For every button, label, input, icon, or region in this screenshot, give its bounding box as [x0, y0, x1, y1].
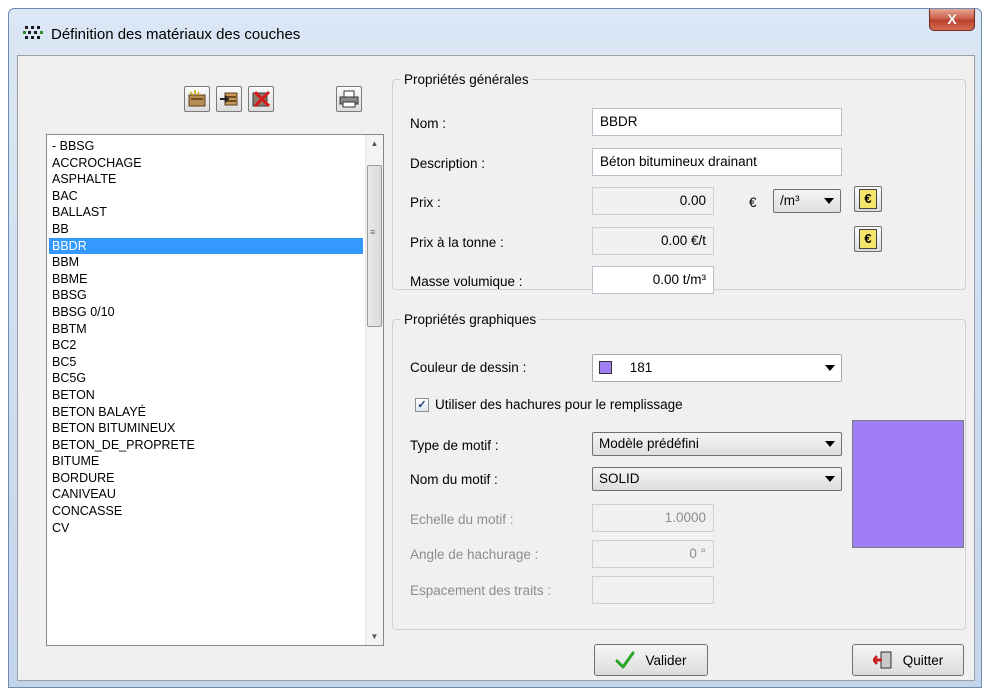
scroll-thumb[interactable] [367, 165, 382, 327]
price-unit-value: /m³ [780, 193, 800, 208]
list-item[interactable]: BETON [49, 387, 363, 404]
list-item[interactable]: BBTM [49, 321, 363, 338]
graphic-properties-legend: Propriétés graphiques [404, 312, 537, 327]
hachures-label: Utiliser des hachures pour le remplissag… [435, 397, 683, 412]
description-field[interactable]: Béton bitumineux drainant [592, 148, 842, 176]
list-item[interactable]: BALLAST [49, 204, 363, 221]
currency-label: € [749, 195, 757, 210]
list-item[interactable]: BBM [49, 254, 363, 271]
list-item[interactable]: BAC [49, 188, 363, 205]
quitter-button[interactable]: Quitter [852, 644, 964, 676]
type-motif-label: Type de motif : [410, 438, 499, 453]
list-item[interactable]: BETON_DE_PROPRETE [49, 437, 363, 454]
scroll-up-icon[interactable]: ▲ [366, 135, 383, 152]
materials-list: - BBSG ACCROCHAGE ASPHALTE BAC BALLAST B… [49, 138, 363, 536]
nom-motif-label: Nom du motif : [410, 472, 498, 487]
prix-tonne-field[interactable]: 0.00 €/t [592, 227, 714, 255]
type-motif-value: Modèle prédéfini [599, 436, 699, 451]
list-item[interactable]: BORDURE [49, 470, 363, 487]
print-button[interactable] [336, 86, 362, 112]
list-item[interactable]: CANIVEAU [49, 486, 363, 503]
quitter-label: Quitter [902, 652, 944, 668]
angle-label: Angle de hachurage : [410, 547, 539, 562]
list-item[interactable]: BBME [49, 271, 363, 288]
list-item[interactable]: BC5 [49, 354, 363, 371]
chevron-down-icon [825, 365, 835, 371]
delete-material-icon [252, 90, 271, 108]
list-item[interactable]: BC5G [49, 370, 363, 387]
list-item[interactable]: CONCASSE [49, 503, 363, 520]
chevron-down-icon [825, 476, 835, 482]
scroll-down-icon[interactable]: ▼ [366, 628, 383, 645]
list-item[interactable]: BBSG 0/10 [49, 304, 363, 321]
chevron-down-icon [824, 198, 834, 204]
title-bar: Définition des matériaux des couches X [9, 9, 981, 53]
dialog-window: Définition des matériaux des couches X -… [8, 8, 982, 688]
window-title: Définition des matériaux des couches [51, 26, 301, 43]
euro-icon: € [859, 189, 877, 209]
list-item[interactable]: ASPHALTE [49, 171, 363, 188]
masse-field[interactable]: 0.00 t/m³ [592, 266, 714, 294]
color-select[interactable]: 181 [592, 354, 842, 382]
grip-icon: ≡ [370, 227, 376, 237]
hatch-grid-icon [23, 26, 43, 39]
list-scrollbar[interactable]: ▲ ≡ ▼ [365, 135, 383, 645]
import-material-button[interactable] [216, 86, 242, 112]
list-item[interactable]: CV [49, 520, 363, 537]
masse-label: Masse volumique : [410, 274, 523, 289]
espacement-field[interactable] [592, 576, 714, 604]
new-material-icon [188, 90, 206, 107]
echelle-label: Echelle du motif : [410, 512, 514, 527]
list-item[interactable]: - BBSG [49, 138, 363, 155]
echelle-field[interactable]: 1.0000 [592, 504, 714, 532]
valider-button[interactable]: Valider [594, 644, 708, 676]
list-item-selected[interactable]: BBDR [49, 237, 363, 255]
description-label: Description : [410, 156, 486, 171]
dialog-client-area: - BBSG ACCROCHAGE ASPHALTE BAC BALLAST B… [17, 55, 975, 681]
prix-label: Prix : [410, 195, 441, 210]
pattern-preview [852, 420, 964, 548]
nom-motif-value: SOLID [599, 471, 640, 486]
couleur-label: Couleur de dessin : [410, 360, 527, 375]
print-icon [339, 90, 359, 108]
new-material-button[interactable] [184, 86, 210, 112]
list-item[interactable]: BETON BITUMINEUX [49, 420, 363, 437]
import-material-icon [220, 92, 238, 106]
color-swatch [599, 361, 612, 374]
tonne-currency-button[interactable]: € [854, 226, 882, 252]
price-unit-select[interactable]: /m³ [773, 189, 841, 213]
chevron-down-icon [825, 441, 835, 447]
delete-material-button[interactable] [248, 86, 274, 112]
hachures-checkbox[interactable]: ✓ [415, 398, 429, 412]
price-currency-button[interactable]: € [854, 186, 882, 212]
angle-field[interactable]: 0 ° [592, 540, 714, 568]
checkmark-icon [615, 651, 635, 669]
prix-tonne-label: Prix à la tonne : [410, 235, 504, 250]
prix-field[interactable]: 0.00 [592, 187, 714, 215]
nom-field[interactable]: BBDR [592, 108, 842, 136]
close-button[interactable]: X [929, 9, 975, 31]
list-item[interactable]: BBSG [49, 287, 363, 304]
exit-door-icon [872, 651, 892, 669]
close-icon: X [947, 11, 957, 27]
nom-motif-select[interactable]: SOLID [592, 467, 842, 491]
general-properties-legend: Propriétés générales [404, 72, 529, 87]
materials-listbox[interactable]: - BBSG ACCROCHAGE ASPHALTE BAC BALLAST B… [46, 134, 384, 646]
list-item[interactable]: BITUME [49, 453, 363, 470]
type-motif-select[interactable]: Modèle prédéfini [592, 432, 842, 456]
color-value: 181 [629, 360, 653, 375]
list-item[interactable]: BC2 [49, 337, 363, 354]
euro-icon: € [859, 229, 877, 249]
list-item[interactable]: BB [49, 221, 363, 238]
list-item[interactable]: ACCROCHAGE [49, 155, 363, 172]
espacement-label: Espacement des traits : [410, 583, 552, 598]
valider-label: Valider [645, 652, 687, 668]
general-properties-group: Propriétés générales [392, 72, 966, 290]
list-item[interactable]: BETON BALAYÉ [49, 404, 363, 421]
nom-label: Nom : [410, 116, 447, 131]
